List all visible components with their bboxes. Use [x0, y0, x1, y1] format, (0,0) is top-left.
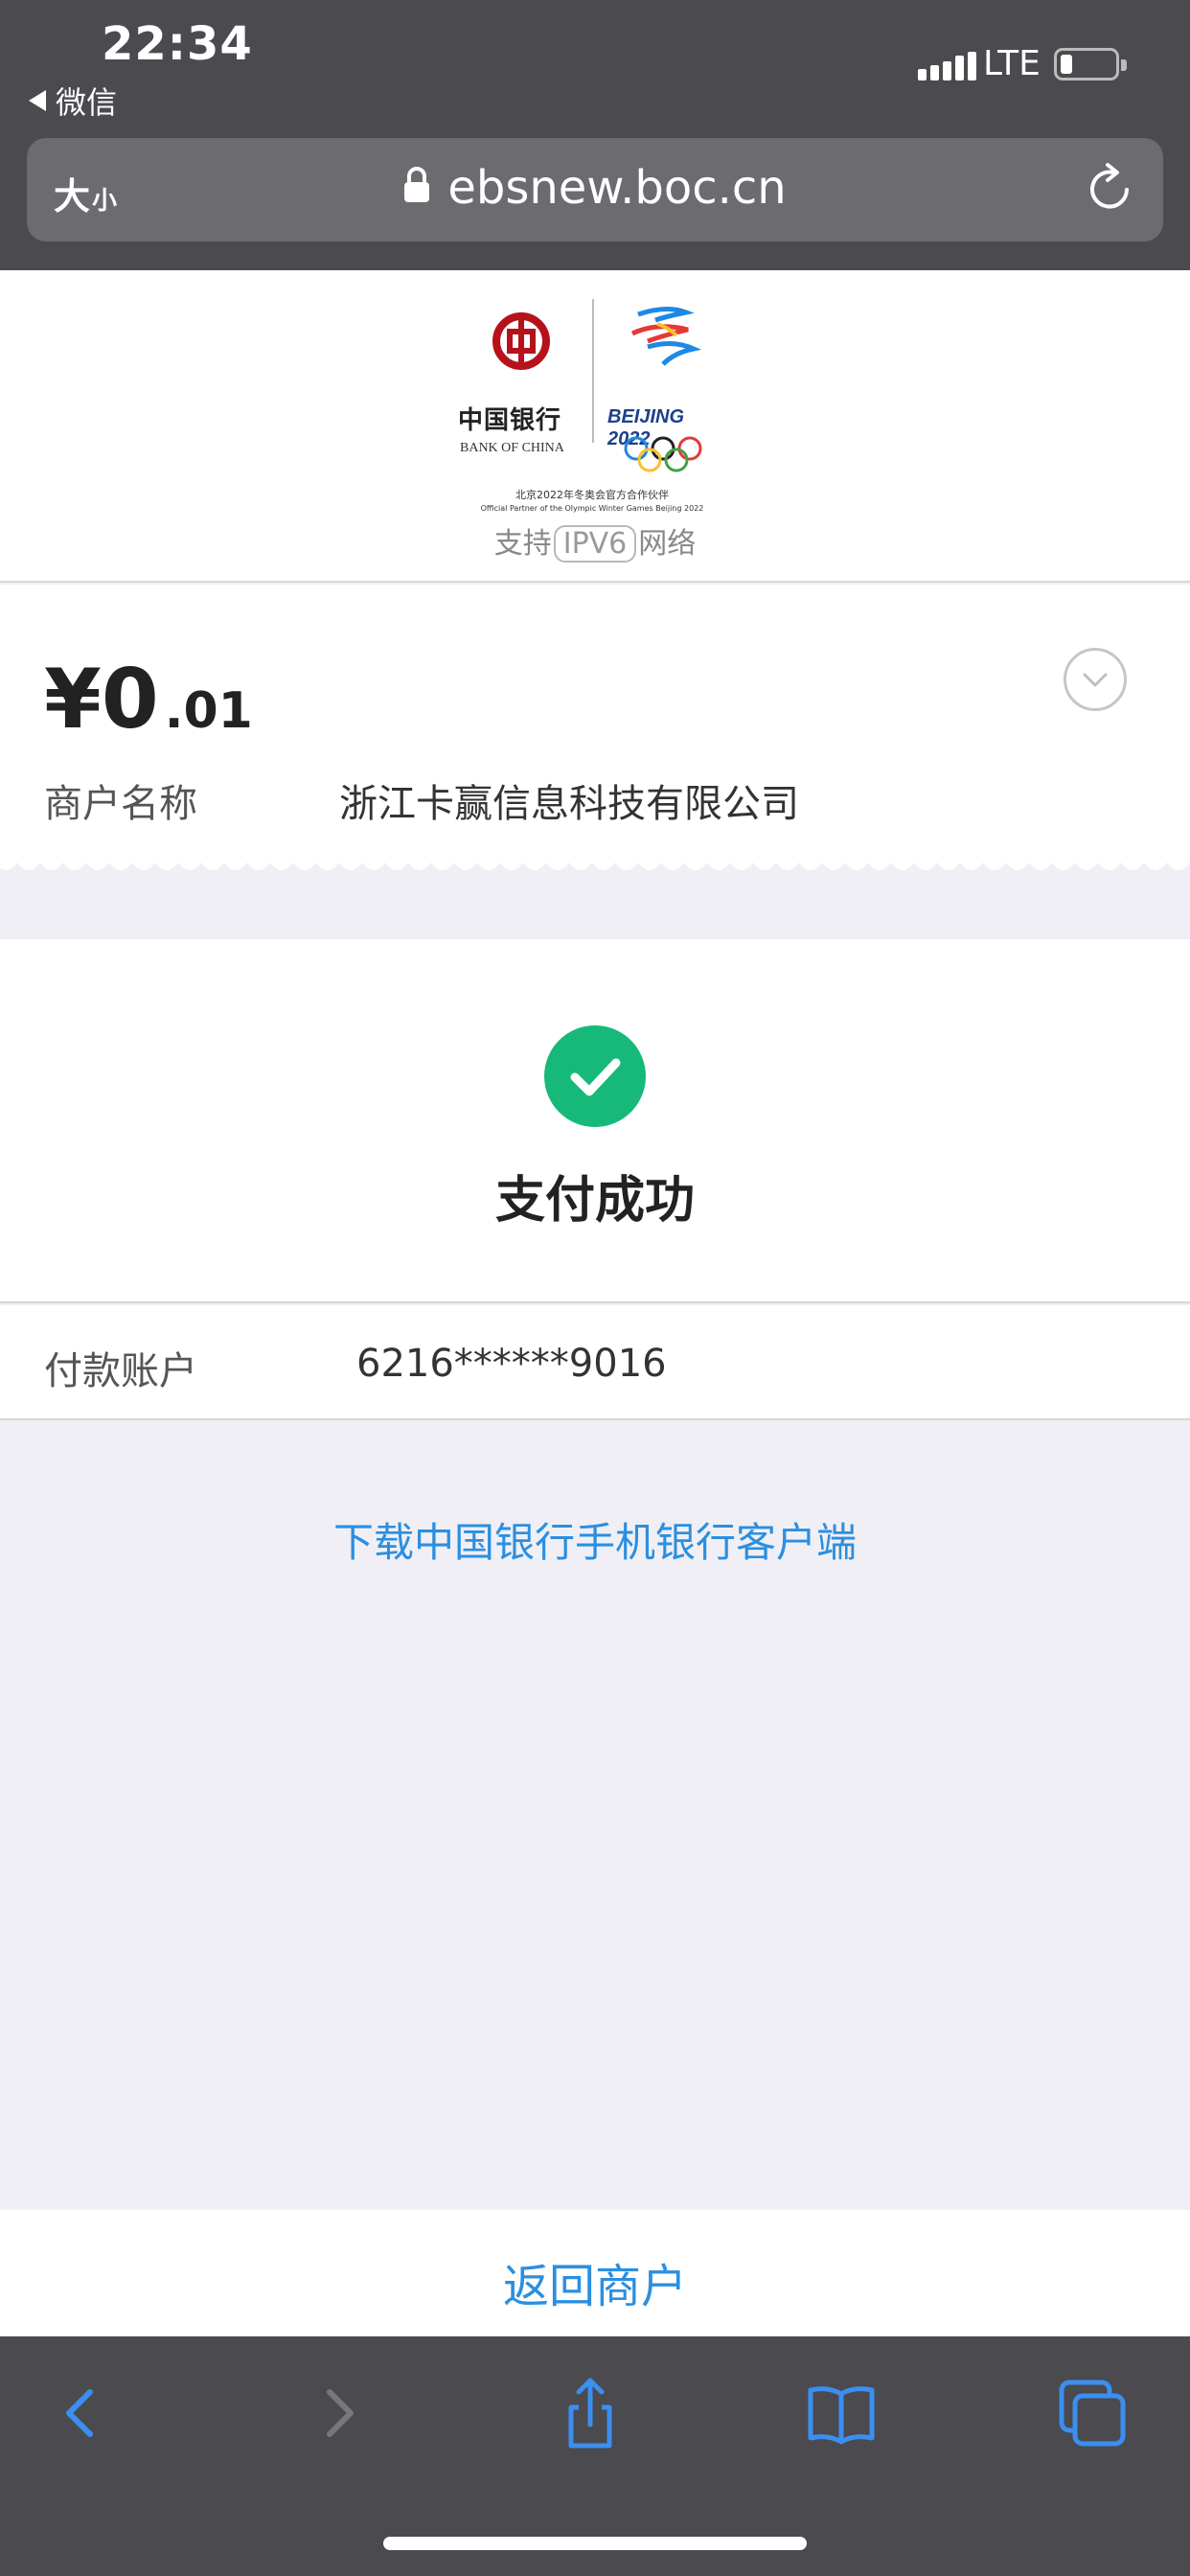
home-indicator[interactable] — [383, 2537, 807, 2550]
logo-divider — [592, 299, 594, 443]
network-type: LTE — [983, 44, 1041, 83]
url-text: ebsnew.boc.cn — [447, 161, 787, 215]
back-app-label: 微信 — [56, 84, 118, 121]
ticket-edge-divider — [0, 859, 1190, 870]
status-time: 22:34 — [102, 17, 253, 71]
olympic-rings-icon — [624, 436, 702, 472]
ipv6-suffix: 网络 — [638, 527, 697, 561]
expand-details-button[interactable] — [1064, 648, 1127, 711]
bank-name-cn: 中国银行 — [458, 406, 562, 435]
beijing-2022-emblem-icon — [630, 307, 702, 366]
bookmarks-icon[interactable] — [803, 2375, 880, 2451]
partner-text-cn: 北京2022年冬奥会官方合作伙伴 — [515, 489, 669, 501]
ipv6-support: 支持 IPV6 网络 — [0, 519, 1190, 563]
merchant-name: 浙江卡赢信息科技有限公司 — [339, 782, 799, 826]
ipv6-badge: IPV6 — [553, 525, 637, 563]
tabs-icon[interactable] — [1054, 2375, 1131, 2451]
bank-name-en: BANK OF CHINA — [460, 441, 564, 455]
partner-text-en: Official Partner of the Olympic Winter G… — [480, 504, 704, 513]
payment-result: 支付成功 — [0, 939, 1190, 1303]
lock-icon — [404, 167, 430, 202]
merchant-label: 商户名称 — [44, 782, 197, 826]
account-row: 付款账户 6216******9016 — [0, 1305, 1190, 1420]
account-label: 付款账户 — [44, 1349, 197, 1393]
address-bar[interactable]: 大小 ebsnew.boc.cn — [27, 138, 1163, 242]
amount-integer: ¥0 — [44, 652, 159, 748]
return-merchant-button[interactable]: 返回商户 — [0, 2210, 1190, 2336]
reload-icon[interactable] — [1085, 161, 1138, 218]
share-icon[interactable] — [552, 2375, 629, 2451]
signal-icon — [918, 52, 976, 80]
payment-status: 支付成功 — [494, 1172, 695, 1230]
back-to-app-button[interactable]: 微信 — [29, 79, 117, 123]
payment-summary-card: ¥0.01 商户名称 浙江卡赢信息科技有限公司 — [0, 585, 1190, 862]
top-bar: 22:34 微信 LTE 大小 ebsnew.boc.cn — [0, 0, 1190, 270]
boc-logo-icon — [492, 312, 550, 370]
download-app-link[interactable]: 下载中国银行手机银行客户端 — [0, 1510, 1190, 1569]
url-display[interactable]: ebsnew.boc.cn — [27, 161, 1163, 215]
back-icon[interactable] — [44, 2375, 121, 2451]
logo-group: 中国银行 BANK OF CHINA BEIJING 2022 北京2022年冬… — [458, 295, 726, 513]
amount-decimal: .01 — [164, 682, 253, 740]
ipv6-prefix: 支持 — [493, 527, 552, 561]
return-merchant-label: 返回商户 — [502, 2260, 687, 2313]
payment-amount: ¥0.01 — [44, 652, 253, 748]
battery-icon — [1054, 48, 1127, 80]
chevron-down-icon — [1083, 673, 1108, 687]
success-check-icon — [544, 1025, 646, 1127]
forward-icon[interactable] — [301, 2375, 378, 2451]
account-number: 6216******9016 — [356, 1342, 667, 1386]
back-triangle-icon — [29, 90, 46, 111]
bank-header: 中国银行 BANK OF CHINA BEIJING 2022 北京2022年冬… — [0, 270, 1190, 583]
